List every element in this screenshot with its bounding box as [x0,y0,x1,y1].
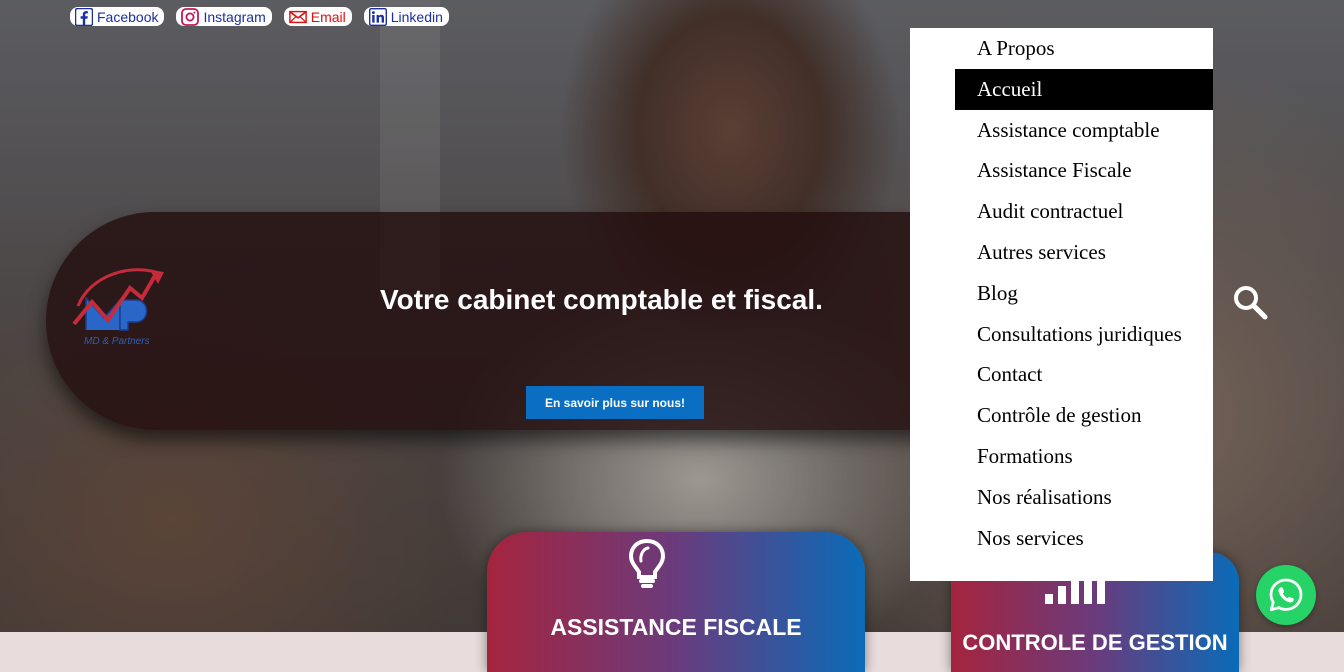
menu-item-audit-contractuel[interactable]: Audit contractuel [955,191,1213,232]
company-logo[interactable]: MD & Partners [70,262,170,348]
menu-item-blog[interactable]: Blog [955,273,1213,314]
instagram-link[interactable]: Instagram [176,7,272,26]
whatsapp-chat-button[interactable] [1256,565,1316,625]
hero-banner: MD & Partners Votre cabinet comptable et… [46,212,1046,430]
facebook-label: Facebook [97,8,159,25]
svg-text:MD & Partners: MD & Partners [84,336,150,347]
hero-title: Votre cabinet comptable et fiscal. [380,284,823,315]
lightbulb-icon [628,538,666,588]
menu-item-contact[interactable]: Contact [955,354,1213,395]
linkedin-label: Linkedin [390,8,443,25]
menu-item-accueil[interactable]: Accueil [955,68,1213,110]
card-title: ASSISTANCE FISCALE [550,614,802,640]
about-us-button[interactable]: En savoir plus sur nous! [526,386,704,419]
search-icon[interactable] [1232,284,1268,320]
linkedin-icon [368,7,387,26]
instagram-label: Instagram [203,8,266,25]
menu-item-autres-services[interactable]: Autres services [955,232,1213,273]
email-link[interactable]: Email [283,7,352,26]
facebook-icon [75,7,93,26]
email-icon [288,10,307,23]
menu-item-assistance-comptable[interactable]: Assistance comptable [955,110,1213,151]
instagram-icon [181,7,200,26]
social-links-bar: Facebook Instagram Email Linkedin [70,7,449,26]
menu-item-nos-realisations[interactable]: Nos réalisations [955,477,1213,518]
menu-item-controle-de-gestion[interactable]: Contrôle de gestion [955,395,1213,436]
menu-item-formations[interactable]: Formations [955,436,1213,477]
menu-item-assistance-fiscale[interactable]: Assistance Fiscale [955,150,1213,191]
menu-item-consultations-juridiques[interactable]: Consultations juridiques [955,314,1213,355]
services-dropdown-menu: A Propos Accueil Assistance comptable As… [910,28,1213,581]
whatsapp-icon [1269,578,1303,612]
menu-item-a-propos[interactable]: A Propos [955,28,1213,69]
card-title: CONTROLE DE GESTION [962,630,1228,655]
service-card-assistance-fiscale[interactable]: ASSISTANCE FISCALE [487,532,865,672]
menu-item-nos-services[interactable]: Nos services [955,518,1213,559]
facebook-link[interactable]: Facebook [70,7,165,26]
linkedin-link[interactable]: Linkedin [363,7,449,26]
email-label: Email [310,8,346,25]
